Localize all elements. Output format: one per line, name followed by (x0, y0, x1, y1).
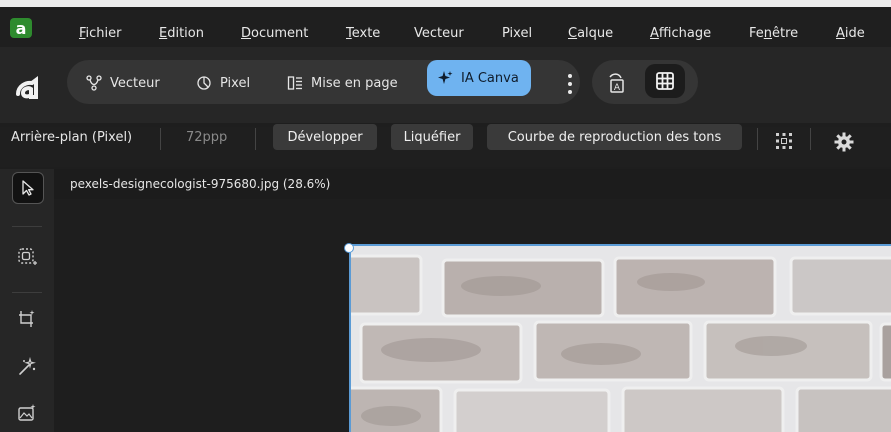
pointer-icon (22, 180, 34, 196)
menu-label-part: ffichage (658, 26, 712, 41)
brick-wall-photo[interactable] (349, 244, 891, 432)
layout-persona-icon (287, 75, 303, 91)
tool-divider (12, 292, 42, 293)
menu-label-part: dition (167, 26, 204, 41)
persona-layout-button[interactable]: Mise en page (287, 71, 398, 95)
menu-label-part: ide (844, 26, 865, 41)
crop-sparkle-icon (19, 310, 35, 327)
document-title[interactable]: pexels-designecologist-975680.jpg (28.6%… (70, 177, 330, 191)
magic-tool-button[interactable] (12, 352, 42, 382)
separator (757, 128, 758, 150)
brick-wall-image (351, 246, 891, 432)
image-tool-button[interactable] (12, 398, 42, 428)
settings-gear-icon[interactable] (834, 132, 854, 156)
magic-wand-icon (19, 357, 36, 375)
more-options-icon[interactable] (566, 74, 574, 94)
selection-handle[interactable] (344, 243, 354, 253)
menu-aide[interactable]: Aide (836, 26, 865, 41)
develop-button[interactable]: Développer (273, 124, 377, 150)
persona-canva-ai-button[interactable]: IA Canva (427, 60, 531, 96)
menu-label-part: Fe (749, 26, 764, 41)
persona-canva-ai-label: IA Canva (461, 70, 519, 86)
menu-calque[interactable]: Calque (568, 26, 613, 41)
tool-divider (12, 226, 42, 227)
menu-fichier[interactable]: Fichier (79, 26, 122, 41)
menu-fenetre[interactable]: Fenêtre (749, 26, 798, 41)
persona-pixel-label: Pixel (220, 75, 251, 91)
persona-vector-label: Vecteur (110, 75, 160, 91)
tools-panel (0, 169, 54, 432)
image-sparkle-icon (18, 404, 36, 421)
move-tool-button[interactable] (12, 172, 44, 204)
marquee-selection-tool-button[interactable] (12, 242, 42, 272)
menu-accelerator: A (650, 26, 659, 41)
separator (160, 128, 161, 150)
menu-accelerator: C (568, 26, 578, 41)
text-frame-icon[interactable]: A (605, 72, 627, 94)
grid-icon (656, 72, 674, 90)
menu-vecteur[interactable]: Vecteur (414, 26, 464, 41)
tone-curve-button[interactable]: Courbe de reproduction des tons (487, 124, 742, 150)
menu-label-part: être (772, 26, 799, 41)
menu-affichage[interactable]: Affichage (650, 26, 711, 41)
menu-label-part: alque (577, 26, 614, 41)
menu-label-part: ocument (251, 26, 309, 41)
menu-pixel[interactable]: Pixel (502, 26, 532, 41)
sparkle-icon (437, 70, 453, 86)
menu-accelerator: E (159, 26, 168, 41)
menu-accelerator: n (763, 26, 773, 41)
separator (255, 128, 256, 150)
menu-texte[interactable]: Texte (346, 26, 380, 41)
menu-label-part: Vecteur (414, 26, 464, 41)
persona-pixel-button[interactable]: Pixel (196, 71, 250, 95)
pixel-persona-icon (196, 75, 212, 91)
resolution-label: 72ppp (186, 130, 228, 145)
vector-persona-icon (86, 75, 102, 91)
app-logo-icon[interactable]: a (10, 18, 32, 38)
liquify-button[interactable]: Liquéfier (391, 124, 473, 150)
persona-vector-button[interactable]: Vecteur (86, 71, 160, 95)
selection-grid-icon[interactable] (775, 132, 793, 154)
menu-label-part: exte (351, 26, 381, 41)
menu-document[interactable]: Document (241, 26, 308, 41)
menu-label-part: Pixel (502, 26, 533, 41)
grid-view-button[interactable] (645, 64, 685, 98)
menu-accelerator: D (241, 26, 252, 41)
menu-accelerator: A (836, 26, 845, 41)
menu-label-part: ichier (85, 26, 122, 41)
menu-edition[interactable]: Edition (159, 26, 204, 41)
separator (810, 128, 811, 150)
marquee-icon (18, 248, 37, 265)
affinity-logo-icon (10, 70, 44, 104)
crop-tool-button[interactable] (12, 304, 42, 334)
affinity-a-icon (16, 76, 38, 99)
persona-layout-label: Mise en page (311, 75, 398, 91)
svg-text:A: A (614, 83, 621, 93)
layer-name-label: Arrière-plan (Pixel) (11, 130, 133, 145)
